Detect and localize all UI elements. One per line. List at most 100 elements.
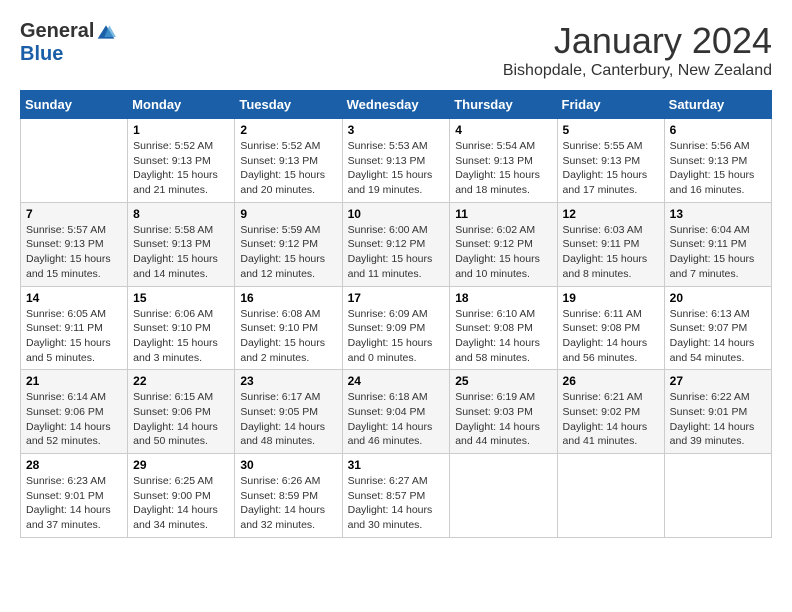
day-number: 6 <box>670 123 766 137</box>
day-info: Sunrise: 6:00 AM Sunset: 9:12 PM Dayligh… <box>348 223 445 282</box>
calendar-cell: 17Sunrise: 6:09 AM Sunset: 9:09 PM Dayli… <box>342 286 450 370</box>
day-info: Sunrise: 6:22 AM Sunset: 9:01 PM Dayligh… <box>670 390 766 449</box>
location: Bishopdale, Canterbury, New Zealand <box>503 62 772 80</box>
day-info: Sunrise: 6:10 AM Sunset: 9:08 PM Dayligh… <box>455 307 551 366</box>
day-number: 8 <box>133 207 229 221</box>
calendar-cell: 18 Sunrise: 6:10 AM Sunset: 9:08 PM Dayli… <box>450 286 557 370</box>
calendar-cell: 3 Sunrise: 5:53 AM Sunset: 9:13 PM Daylig… <box>342 119 450 203</box>
day-info: Sunrise: 5:53 AM Sunset: 9:13 PM Dayligh… <box>348 139 445 198</box>
day-number: 14 <box>26 291 122 305</box>
calendar-cell: 28 Sunrise: 6:23 AM Sunset: 9:01 PM Dayli… <box>21 454 128 538</box>
calendar-day-header: Wednesday <box>342 91 450 119</box>
calendar-cell: 20Sunrise: 6:13 AM Sunset: 9:07 PM Dayli… <box>664 286 771 370</box>
calendar-cell: 5 Sunrise: 5:55 AM Sunset: 9:13 PM Daylig… <box>557 119 664 203</box>
calendar-cell: 19 Sunrise: 6:11 AM Sunset: 9:08 PM Dayli… <box>557 286 664 370</box>
calendar-cell: 1Sunrise: 5:52 AM Sunset: 9:13 PM Daylig… <box>128 119 235 203</box>
calendar-cell: 22 Sunrise: 6:15 AM Sunset: 9:06 PM Dayli… <box>128 370 235 454</box>
day-info: Sunrise: 6:25 AM Sunset: 9:00 PM Dayligh… <box>133 474 229 533</box>
day-number: 21 <box>26 374 122 388</box>
day-info: Sunrise: 6:19 AM Sunset: 9:03 PM Dayligh… <box>455 390 551 449</box>
calendar-cell <box>664 454 771 538</box>
day-info: Sunrise: 5:58 AM Sunset: 9:13 PM Dayligh… <box>133 223 229 282</box>
day-info: Sunrise: 6:26 AM Sunset: 8:59 PM Dayligh… <box>240 474 336 533</box>
day-number: 7 <box>26 207 122 221</box>
calendar-cell: 16 Sunrise: 6:08 AM Sunset: 9:10 PM Dayli… <box>235 286 342 370</box>
calendar-cell: 8 Sunrise: 5:58 AM Sunset: 9:13 PM Daylig… <box>128 202 235 286</box>
calendar-day-header: Saturday <box>664 91 771 119</box>
calendar-cell: 26Sunrise: 6:21 AM Sunset: 9:02 PM Dayli… <box>557 370 664 454</box>
day-number: 31 <box>348 458 445 472</box>
day-number: 24 <box>348 374 445 388</box>
day-number: 15 <box>133 291 229 305</box>
day-info: Sunrise: 6:11 AM Sunset: 9:08 PM Dayligh… <box>563 307 659 366</box>
day-info: Sunrise: 6:08 AM Sunset: 9:10 PM Dayligh… <box>240 307 336 366</box>
day-info: Sunrise: 6:03 AM Sunset: 9:11 PM Dayligh… <box>563 223 659 282</box>
calendar-week-row: 21 Sunrise: 6:14 AM Sunset: 9:06 PM Dayli… <box>21 370 772 454</box>
calendar-cell: 6 Sunrise: 5:56 AM Sunset: 9:13 PM Daylig… <box>664 119 771 203</box>
calendar-header-row: SundayMondayTuesdayWednesdayThursdayFrid… <box>21 91 772 119</box>
day-info: Sunrise: 5:59 AM Sunset: 9:12 PM Dayligh… <box>240 223 336 282</box>
day-number: 2 <box>240 123 336 137</box>
calendar-cell: 25 Sunrise: 6:19 AM Sunset: 9:03 PM Dayli… <box>450 370 557 454</box>
day-info: Sunrise: 6:04 AM Sunset: 9:11 PM Dayligh… <box>670 223 766 282</box>
calendar-cell: 31 Sunrise: 6:27 AM Sunset: 8:57 PM Dayli… <box>342 454 450 538</box>
day-number: 13 <box>670 207 766 221</box>
day-number: 16 <box>240 291 336 305</box>
day-number: 5 <box>563 123 659 137</box>
calendar-cell: 21 Sunrise: 6:14 AM Sunset: 9:06 PM Dayli… <box>21 370 128 454</box>
day-number: 23 <box>240 374 336 388</box>
day-info: Sunrise: 6:06 AM Sunset: 9:10 PM Dayligh… <box>133 307 229 366</box>
day-info: Sunrise: 6:18 AM Sunset: 9:04 PM Dayligh… <box>348 390 445 449</box>
calendar-week-row: 28 Sunrise: 6:23 AM Sunset: 9:01 PM Dayli… <box>21 454 772 538</box>
day-number: 25 <box>455 374 551 388</box>
calendar-cell <box>21 119 128 203</box>
day-info: Sunrise: 5:52 AM Sunset: 9:13 PM Dayligh… <box>240 139 336 198</box>
day-number: 19 <box>563 291 659 305</box>
day-number: 3 <box>348 123 445 137</box>
day-number: 18 <box>455 291 551 305</box>
day-number: 9 <box>240 207 336 221</box>
calendar-day-header: Monday <box>128 91 235 119</box>
day-number: 4 <box>455 123 551 137</box>
day-number: 26 <box>563 374 659 388</box>
calendar-day-header: Tuesday <box>235 91 342 119</box>
day-info: Sunrise: 5:57 AM Sunset: 9:13 PM Dayligh… <box>26 223 122 282</box>
day-info: Sunrise: 6:15 AM Sunset: 9:06 PM Dayligh… <box>133 390 229 449</box>
day-number: 27 <box>670 374 766 388</box>
day-info: Sunrise: 6:14 AM Sunset: 9:06 PM Dayligh… <box>26 390 122 449</box>
calendar-week-row: 14 Sunrise: 6:05 AM Sunset: 9:11 PM Dayli… <box>21 286 772 370</box>
day-info: Sunrise: 5:56 AM Sunset: 9:13 PM Dayligh… <box>670 139 766 198</box>
day-number: 12 <box>563 207 659 221</box>
calendar-day-header: Thursday <box>450 91 557 119</box>
page-header: General Blue January 2024 Bishopdale, Ca… <box>20 20 772 80</box>
calendar-cell: 9 Sunrise: 5:59 AM Sunset: 9:12 PM Daylig… <box>235 202 342 286</box>
calendar-cell: 14 Sunrise: 6:05 AM Sunset: 9:11 PM Dayli… <box>21 286 128 370</box>
calendar-table: SundayMondayTuesdayWednesdayThursdayFrid… <box>20 90 772 538</box>
day-number: 11 <box>455 207 551 221</box>
day-info: Sunrise: 6:02 AM Sunset: 9:12 PM Dayligh… <box>455 223 551 282</box>
day-info: Sunrise: 6:05 AM Sunset: 9:11 PM Dayligh… <box>26 307 122 366</box>
day-info: Sunrise: 5:52 AM Sunset: 9:13 PM Dayligh… <box>133 139 229 198</box>
day-info: Sunrise: 6:23 AM Sunset: 9:01 PM Dayligh… <box>26 474 122 533</box>
day-info: Sunrise: 6:09 AM Sunset: 9:09 PM Dayligh… <box>348 307 445 366</box>
calendar-cell <box>450 454 557 538</box>
calendar-day-header: Sunday <box>21 91 128 119</box>
day-info: Sunrise: 5:55 AM Sunset: 9:13 PM Dayligh… <box>563 139 659 198</box>
day-info: Sunrise: 6:17 AM Sunset: 9:05 PM Dayligh… <box>240 390 336 449</box>
day-number: 22 <box>133 374 229 388</box>
calendar-cell: 13 Sunrise: 6:04 AM Sunset: 9:11 PM Dayli… <box>664 202 771 286</box>
title-block: January 2024 Bishopdale, Canterbury, New… <box>503 20 772 80</box>
calendar-cell: 24 Sunrise: 6:18 AM Sunset: 9:04 PM Dayli… <box>342 370 450 454</box>
calendar-cell: 10Sunrise: 6:00 AM Sunset: 9:12 PM Dayli… <box>342 202 450 286</box>
day-number: 28 <box>26 458 122 472</box>
calendar-cell: 29 Sunrise: 6:25 AM Sunset: 9:00 PM Dayli… <box>128 454 235 538</box>
day-info: Sunrise: 5:54 AM Sunset: 9:13 PM Dayligh… <box>455 139 551 198</box>
calendar-cell: 23 Sunrise: 6:17 AM Sunset: 9:05 PM Dayli… <box>235 370 342 454</box>
calendar-week-row: 7 Sunrise: 5:57 AM Sunset: 9:13 PM Daylig… <box>21 202 772 286</box>
day-number: 29 <box>133 458 229 472</box>
calendar-cell: 11 Sunrise: 6:02 AM Sunset: 9:12 PM Dayli… <box>450 202 557 286</box>
day-info: Sunrise: 6:27 AM Sunset: 8:57 PM Dayligh… <box>348 474 445 533</box>
day-number: 30 <box>240 458 336 472</box>
day-number: 20 <box>670 291 766 305</box>
logo-icon <box>96 22 116 42</box>
